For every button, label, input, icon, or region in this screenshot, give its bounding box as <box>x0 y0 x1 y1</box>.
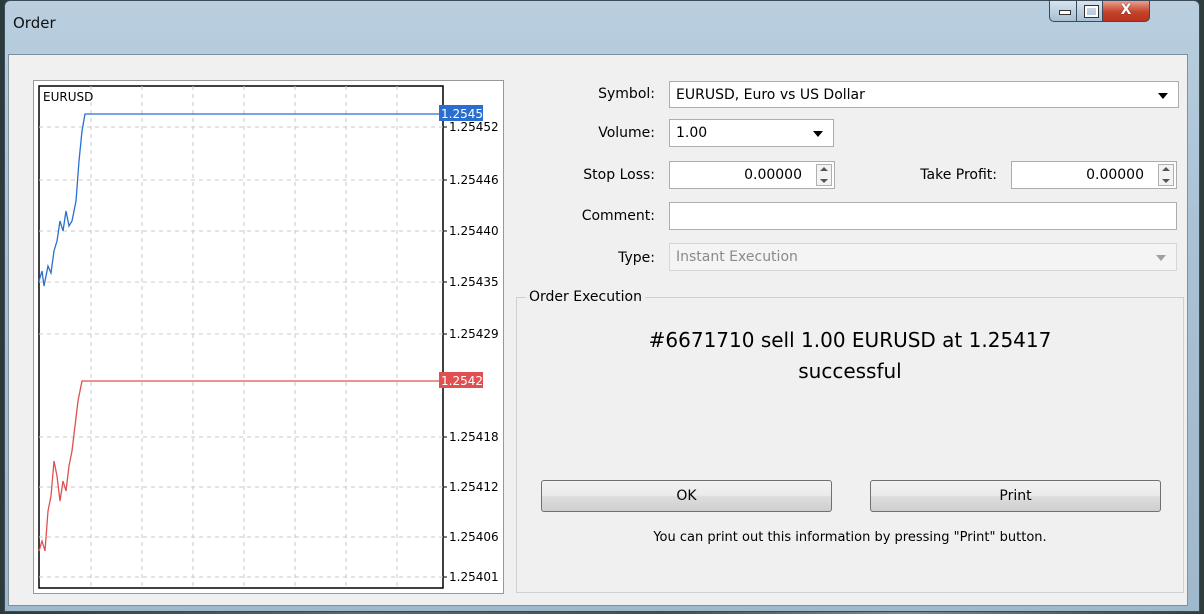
chart-plot-area <box>38 85 444 589</box>
print-hint: You can print out this information by pr… <box>653 530 1047 545</box>
spin-up-icon <box>1162 167 1170 171</box>
chart-symbol-label: EURUSD <box>43 90 93 104</box>
print-button[interactable]: Print <box>870 480 1161 512</box>
window-title: Order <box>13 14 56 32</box>
minimize-button[interactable] <box>1049 0 1077 22</box>
take-profit-spinner[interactable] <box>1158 164 1174 186</box>
symbol-label: Symbol: <box>598 86 655 102</box>
symbol-select[interactable]: EURUSD, Euro vs US Dollar <box>669 81 1179 108</box>
order-execution-title: Order Execution <box>526 289 645 305</box>
symbol-select-value: EURUSD, Euro vs US Dollar <box>676 87 865 103</box>
stop-loss-spinner[interactable] <box>816 164 832 186</box>
comment-label: Comment: <box>581 208 655 224</box>
type-label: Type: <box>618 250 655 266</box>
close-button[interactable]: X <box>1102 0 1150 22</box>
maximize-button[interactable] <box>1076 0 1103 22</box>
price-label: 1.25435 <box>449 275 499 289</box>
ok-button[interactable]: OK <box>541 480 832 512</box>
price-label: 1.25401 <box>449 570 499 584</box>
price-label: 1.25446 <box>449 173 499 187</box>
take-profit-value: 0.00000 <box>1086 167 1144 183</box>
take-profit-field[interactable]: 0.00000 <box>1011 161 1177 189</box>
volume-label: Volume: <box>598 125 655 141</box>
tick-chart: EURUSD 1.25452 1.25446 1.25440 1.25435 1.254… <box>33 80 504 594</box>
volume-combobox[interactable]: 1.00 <box>669 119 834 147</box>
type-select[interactable]: Instant Execution <box>669 243 1177 271</box>
chevron-down-icon <box>1158 93 1168 99</box>
stop-loss-value: 0.00000 <box>744 167 802 183</box>
spin-up-icon <box>820 167 828 171</box>
price-label: 1.25452 <box>449 120 499 134</box>
take-profit-label: Take Profit: <box>920 167 997 183</box>
comment-input[interactable] <box>669 202 1177 230</box>
stop-loss-label: Stop Loss: <box>583 167 655 183</box>
ask-price-marker: 1.25454 <box>441 107 491 121</box>
price-label: 1.25418 <box>449 430 499 444</box>
bid-price-marker: 1.25424 <box>441 374 491 388</box>
close-icon: X <box>1120 2 1132 18</box>
price-label: 1.25440 <box>449 224 499 238</box>
price-label: 1.25429 <box>449 327 499 341</box>
execution-result: #6671710 sell 1.00 EURUSD at 1.25417 suc… <box>516 325 1184 387</box>
price-label: 1.25406 <box>449 530 499 544</box>
volume-value: 1.00 <box>676 125 708 141</box>
price-label: 1.25412 <box>449 480 499 494</box>
spin-down-icon <box>820 179 828 183</box>
type-value: Instant Execution <box>676 249 798 265</box>
execution-result-line1: #6671710 sell 1.00 EURUSD at 1.25417 <box>648 328 1052 352</box>
execution-result-line2: successful <box>798 359 902 383</box>
maximize-icon <box>1084 5 1099 18</box>
stop-loss-field[interactable]: 0.00000 <box>669 161 835 189</box>
tick-chart-svg: EURUSD 1.254521.254461.254401.254351.254… <box>38 85 499 589</box>
price-axis: 1.25452 1.25446 1.25440 1.25435 1.25429 1.254… <box>443 120 499 584</box>
chevron-down-icon <box>1156 255 1166 261</box>
spin-down-icon <box>1162 179 1170 183</box>
chevron-down-icon <box>813 131 823 137</box>
minimize-icon <box>1059 10 1071 15</box>
